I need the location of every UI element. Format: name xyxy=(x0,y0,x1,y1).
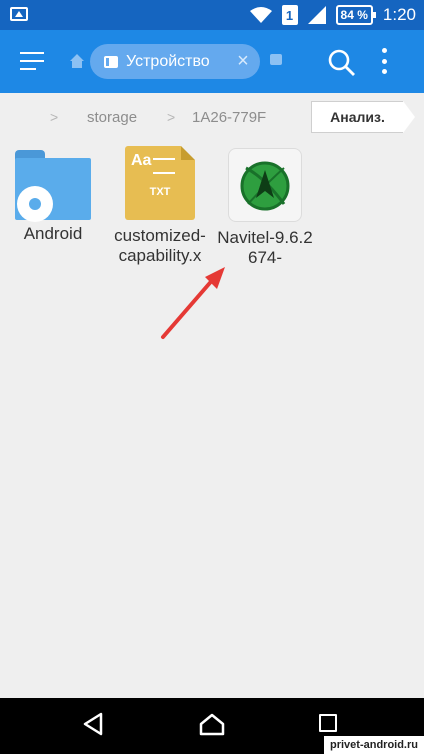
signal-icon xyxy=(307,6,326,24)
chevron-right-icon: > xyxy=(50,109,59,125)
location-chip[interactable]: Устройство × xyxy=(90,44,260,79)
search-icon[interactable] xyxy=(326,47,356,77)
menu-icon[interactable] xyxy=(20,52,44,72)
wifi-icon xyxy=(249,7,272,23)
location-chip-label: Устройство xyxy=(126,52,210,70)
file-name: customized-capability.x xyxy=(114,226,206,265)
file-item-navitel[interactable]: Navitel-9.6.2674- xyxy=(215,146,315,268)
file-name: Android xyxy=(23,224,83,243)
gear-icon xyxy=(17,186,53,222)
status-icons: 1 84 % 1:20 xyxy=(249,0,416,30)
annotation-arrow xyxy=(161,267,225,339)
battery-indicator: 84 % xyxy=(335,5,377,25)
file-name: Navitel-9.6.2674- xyxy=(217,228,313,267)
sim-slot-badge: 1 xyxy=(281,5,298,25)
folder-icon xyxy=(15,150,91,222)
close-icon[interactable]: × xyxy=(234,50,252,73)
toolbar: Устройство × xyxy=(0,30,424,93)
image-notification-icon xyxy=(10,7,28,21)
file-item-android[interactable]: Android xyxy=(3,146,103,244)
more-options-icon[interactable] xyxy=(378,48,390,74)
clock: 1:20 xyxy=(382,5,416,24)
status-bar: 1 84 % 1:20 xyxy=(0,0,424,30)
breadcrumb-volume[interactable]: 1A26-779F xyxy=(192,109,266,126)
navitel-app-icon xyxy=(228,148,302,222)
home-icon[interactable] xyxy=(69,53,85,69)
next-tab-icon[interactable] xyxy=(270,54,282,65)
back-icon[interactable] xyxy=(82,712,104,736)
home-nav-icon[interactable] xyxy=(198,712,226,738)
navitel-logo-icon xyxy=(240,161,290,211)
txt-file-icon: Aa TXT xyxy=(125,146,195,220)
recent-apps-icon[interactable] xyxy=(319,714,337,732)
analyze-button[interactable]: Анализ. xyxy=(311,101,415,133)
chevron-right-icon: > xyxy=(167,109,176,125)
file-item-customized-capability[interactable]: Aa TXT customized-capability.x xyxy=(110,146,210,266)
device-icon xyxy=(104,55,118,68)
breadcrumb: > storage > 1A26-779F Анализ. xyxy=(0,93,424,141)
breadcrumb-storage[interactable]: storage xyxy=(87,109,137,126)
watermark: privet-android.ru xyxy=(323,736,424,754)
